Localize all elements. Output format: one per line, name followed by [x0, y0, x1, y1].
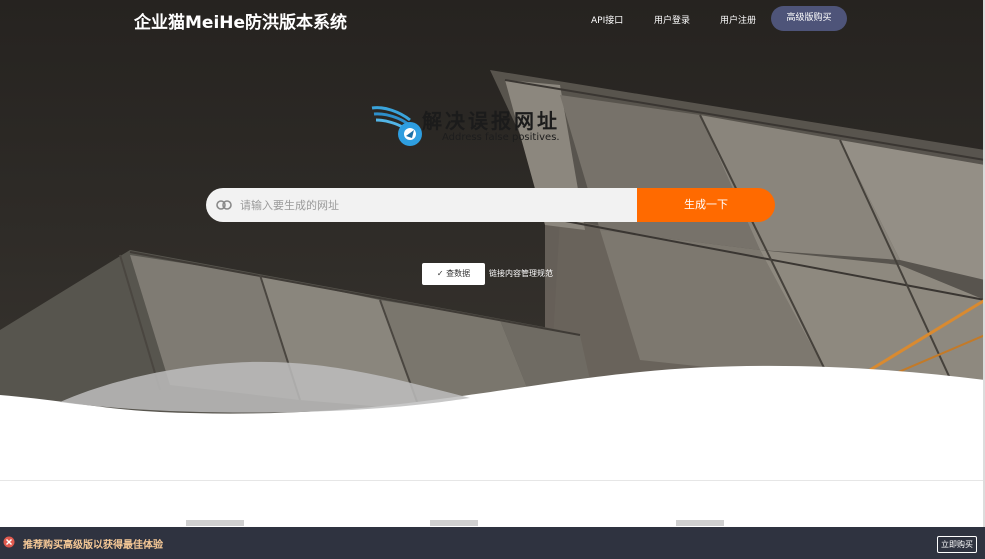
url-generator-form: 生成一下	[206, 188, 775, 222]
bird-logo-icon	[371, 106, 422, 146]
link-icon	[216, 200, 232, 210]
feature-heading-peek	[676, 520, 724, 526]
feature-heading-peek	[430, 520, 478, 526]
content-policy-link[interactable]: 链接内容管理规范	[489, 268, 553, 279]
nav-login-link[interactable]: 用户登录	[654, 13, 690, 26]
brand-title[interactable]: 企业猫MeiHe防洪版本系统	[134, 8, 347, 33]
hero-section: 企业猫MeiHe防洪版本系统 API接口 用户登录 用户注册 高级版购买 解决误…	[0, 0, 985, 480]
nav-api-link[interactable]: API接口	[591, 13, 623, 26]
watermark-title: 解决误报网址	[422, 109, 560, 133]
url-input[interactable]	[240, 188, 630, 222]
nav-register-link[interactable]: 用户注册	[720, 13, 756, 26]
watermark: 解决误报网址 Address false positives.	[370, 102, 620, 152]
close-icon[interactable]	[3, 536, 15, 548]
watermark-subtitle: Address false positives.	[442, 132, 560, 143]
feature-heading-peek	[186, 520, 244, 526]
nav-buy-button[interactable]: 高级版购买	[771, 6, 847, 31]
buy-now-button[interactable]: 立即购买	[937, 536, 977, 553]
hero-wave	[0, 361, 985, 480]
promo-message: 推荐购买高级版以获得最佳体验	[23, 540, 163, 551]
section-divider	[0, 480, 985, 481]
generate-button[interactable]: 生成一下	[637, 188, 775, 222]
agreement-checkbox[interactable]: ✓ 查数据	[422, 263, 485, 285]
search-box	[206, 188, 637, 222]
promo-bar: 推荐购买高级版以获得最佳体验 立即购买	[0, 527, 985, 559]
